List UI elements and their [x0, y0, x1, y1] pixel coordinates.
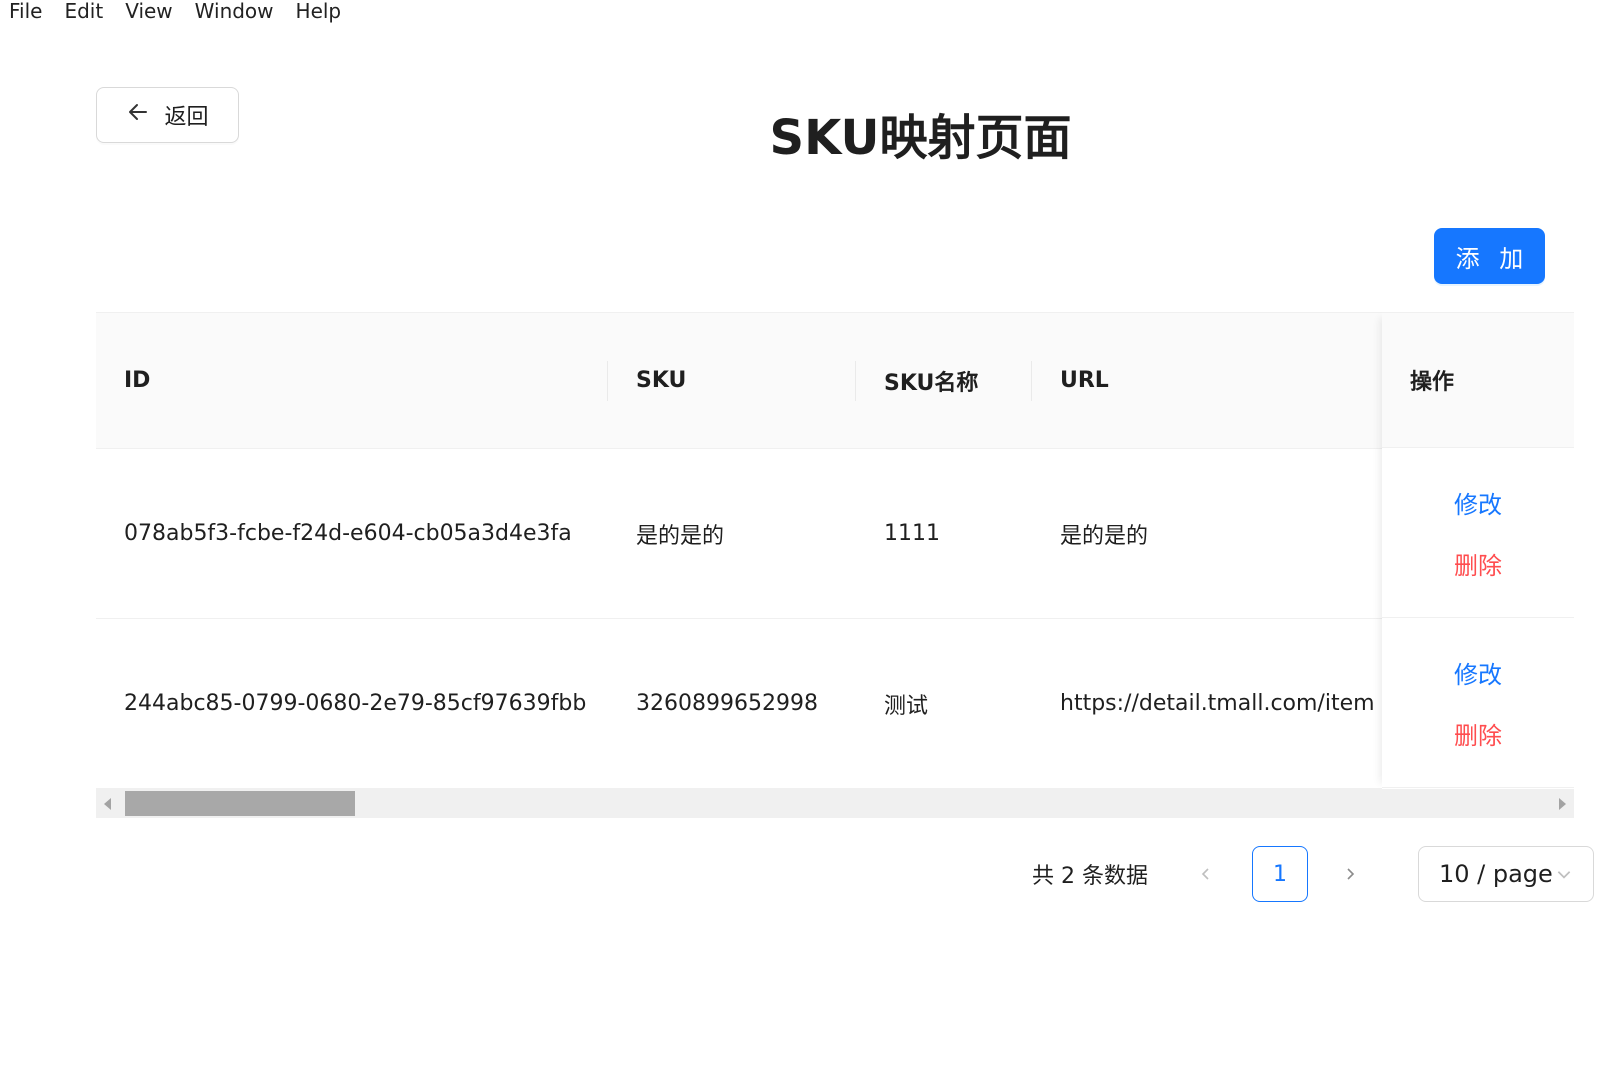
delete-link[interactable]: 删除 [1454, 716, 1502, 751]
cell-sku-name: 测试 [856, 618, 1032, 789]
menu-view[interactable]: View [125, 1, 172, 21]
menu-help[interactable]: Help [296, 1, 342, 21]
chevron-right-icon [1347, 868, 1355, 880]
col-header-sku-name: SKU名称 [856, 312, 1032, 449]
table-header-row: ID SKU SKU名称 URL [96, 312, 1574, 449]
menu-edit[interactable]: Edit [64, 1, 103, 21]
page-size-value: 10 / page [1438, 860, 1553, 888]
sku-table: ID SKU SKU名称 URL 078ab5f3-fcbe-f24d-e604… [96, 312, 1574, 818]
fixed-actions-column: 操作 修改 删除 修改 删除 [1382, 312, 1574, 789]
page-number-button[interactable]: 1 [1251, 846, 1308, 902]
pagination: 共 2 条数据 1 10 / page [1032, 846, 1594, 902]
page-title: SKU映射页面 [769, 110, 1072, 166]
col-header-url: URL [1032, 312, 1432, 449]
delete-link[interactable]: 删除 [1454, 546, 1502, 581]
cell-url: 是的是的 [1032, 448, 1432, 619]
cell-sku-name: 1111 [856, 448, 1032, 619]
cell-sku: 是的是的 [608, 448, 856, 619]
prev-page-button[interactable] [1178, 846, 1234, 902]
edit-link[interactable]: 修改 [1454, 655, 1502, 690]
cell-sku: 3260899652998 [608, 618, 856, 789]
scroll-right-arrow-icon[interactable] [1559, 798, 1566, 810]
menu-window[interactable]: Window [195, 1, 274, 21]
cell-url: https://detail.tmall.com/item [1032, 618, 1432, 789]
scrollbar-thumb[interactable] [125, 791, 355, 816]
cell-id: 244abc85-0799-0680-2e79-85cf97639fbb [96, 618, 608, 789]
menu-file[interactable]: File [9, 1, 42, 21]
menu-bar: File Edit View Window Help [0, 0, 354, 22]
table-row: 244abc85-0799-0680-2e79-85cf97639fbb 326… [96, 618, 1574, 789]
chevron-down-icon [1557, 871, 1571, 879]
table-row: 078ab5f3-fcbe-f24d-e604-cb05a3d4e3fa 是的是… [96, 448, 1574, 619]
edit-link[interactable]: 修改 [1454, 485, 1502, 520]
total-count: 共 2 条数据 [1032, 864, 1148, 889]
horizontal-scrollbar[interactable] [96, 789, 1574, 818]
add-button[interactable]: 添 加 [1434, 228, 1545, 284]
scroll-left-arrow-icon[interactable] [104, 798, 111, 810]
page-size-select[interactable]: 10 / page [1417, 846, 1594, 902]
col-header-id: ID [96, 312, 608, 449]
next-page-button[interactable] [1322, 846, 1378, 902]
col-header-actions: 操作 [1382, 312, 1574, 448]
cell-id: 078ab5f3-fcbe-f24d-e604-cb05a3d4e3fa [96, 448, 608, 619]
col-header-sku: SKU [608, 312, 856, 449]
row-actions: 修改 删除 [1382, 618, 1574, 788]
row-actions: 修改 删除 [1382, 448, 1574, 618]
chevron-left-icon [1201, 868, 1209, 880]
